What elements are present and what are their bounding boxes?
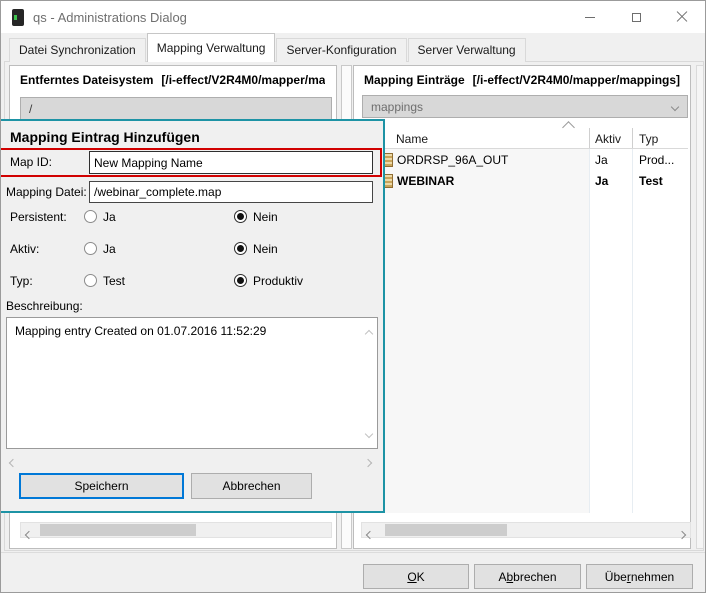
description-label: Beschreibung:	[6, 299, 83, 313]
column-header-typ[interactable]: Typ	[639, 132, 658, 146]
ok-label-key: O	[407, 570, 416, 584]
right-edge-strip	[696, 65, 704, 549]
tab-mapping-verwaltung[interactable]: Mapping Verwaltung	[147, 33, 276, 62]
abbrechen-label-post: brechen	[513, 570, 556, 584]
left-panel-hscrollbar[interactable]	[20, 522, 332, 538]
minimize-button[interactable]	[567, 1, 613, 33]
dialog-title: Mapping Eintrag Hinzufügen	[10, 129, 200, 145]
typ-label: Typ:	[10, 274, 33, 288]
administrations-dialog-window: qs - Administrations Dialog Datei Synchr…	[0, 0, 706, 593]
ok-button[interactable]: OK	[363, 564, 469, 589]
scroll-down-icon[interactable]	[366, 426, 372, 440]
abbrechen-label-key: b	[506, 570, 513, 584]
tab-bar: Datei Synchronization Mapping Verwaltung…	[9, 33, 527, 62]
column-divider	[632, 149, 633, 513]
ok-label-post: K	[417, 570, 425, 584]
row-name: WEBINAR	[397, 174, 454, 188]
tab-server-konfiguration[interactable]: Server-Konfiguration	[276, 38, 406, 62]
persistent-nein-label: Nein	[253, 210, 278, 224]
scroll-left-icon[interactable]	[10, 455, 16, 469]
map-id-input[interactable]	[89, 151, 373, 174]
row-typ: Prod...	[639, 153, 674, 167]
tab-server-verwaltung[interactable]: Server Verwaltung	[408, 38, 526, 62]
persistent-ja-radio[interactable]	[84, 210, 97, 223]
table-row[interactable]: WEBINAR Ja Test	[362, 171, 688, 192]
remote-filesystem-title-text: Entferntes Dateisystem	[20, 73, 153, 87]
row-aktiv: Ja	[595, 174, 608, 188]
mapping-add-dialog: Mapping Eintrag Hinzufügen Map ID: Mappi…	[0, 119, 385, 513]
typ-test-radio[interactable]	[84, 274, 97, 287]
column-divider	[589, 128, 590, 148]
scroll-right-icon[interactable]	[679, 527, 685, 541]
uebernehmen-label-post: nehmen	[631, 570, 674, 584]
description-textarea[interactable]	[7, 318, 359, 446]
abbrechen-label-pre: A	[498, 570, 506, 584]
maximize-button[interactable]	[613, 1, 659, 33]
typ-test-label: Test	[103, 274, 125, 288]
sorted-column-shade	[362, 149, 589, 513]
mapping-entries-title-text: Mapping Einträge	[364, 73, 465, 87]
maximize-icon	[632, 13, 641, 22]
dialog-abbrechen-button[interactable]: Abbrechen	[191, 473, 312, 499]
row-name: ORDRSP_96A_OUT	[397, 153, 508, 167]
tab-datei-synchronization[interactable]: Datei Synchronization	[9, 38, 146, 62]
column-divider	[632, 128, 633, 148]
scroll-right-icon[interactable]	[365, 455, 371, 469]
remote-root-value: /	[29, 102, 32, 116]
scroll-up-icon[interactable]	[366, 326, 372, 340]
column-divider	[589, 149, 590, 513]
remote-filesystem-title: Entferntes Dateisystem [/i-effect/V2R4M0/…	[20, 73, 325, 87]
aktiv-label: Aktiv:	[10, 242, 39, 256]
mapping-entries-table: Name Aktiv Typ ORDRSP_96A_OUT Ja Prod...…	[362, 121, 688, 513]
footer-bar: OK Abbrechen Übernehmen	[1, 552, 706, 593]
mapping-entries-title: Mapping Einträge [/i-effect/V2R4M0/mapper…	[364, 73, 680, 87]
column-header-aktiv[interactable]: Aktiv	[595, 132, 621, 146]
close-button[interactable]	[659, 1, 705, 33]
window-title: qs - Administrations Dialog	[33, 10, 187, 25]
abbrechen-button[interactable]: Abbrechen	[474, 564, 581, 589]
speichern-button[interactable]: Speichern	[19, 473, 184, 499]
aktiv-ja-radio[interactable]	[84, 242, 97, 255]
row-typ: Test	[639, 174, 663, 188]
minimize-icon	[585, 17, 595, 18]
mapping-file-input[interactable]	[89, 181, 373, 203]
uebernehmen-button[interactable]: Übernehmen	[586, 564, 693, 589]
left-hscroll-thumb[interactable]	[40, 524, 196, 536]
scroll-left-icon[interactable]	[26, 527, 32, 541]
chevron-down-icon	[671, 102, 679, 110]
mappings-combo[interactable]: mappings	[362, 95, 688, 118]
aktiv-ja-label: Ja	[103, 242, 116, 256]
titlebar: qs - Administrations Dialog	[1, 1, 705, 33]
table-row[interactable]: ORDRSP_96A_OUT Ja Prod...	[362, 150, 688, 171]
persistent-label: Persistent:	[10, 210, 67, 224]
aktiv-nein-radio[interactable]	[234, 242, 247, 255]
sort-ascending-icon[interactable]	[562, 121, 575, 134]
window-controls	[567, 1, 705, 33]
close-icon	[676, 11, 688, 23]
header-divider	[362, 148, 688, 149]
mapping-entries-path: [/i-effect/V2R4M0/mapper/mappings]	[473, 73, 680, 87]
column-header-name[interactable]: Name	[396, 132, 428, 146]
mapping-entries-panel: Mapping Einträge [/i-effect/V2R4M0/mapper…	[353, 65, 691, 549]
right-hscroll-thumb[interactable]	[385, 524, 507, 536]
right-panel-hscrollbar[interactable]	[361, 522, 691, 538]
map-id-label: Map ID:	[10, 155, 52, 169]
aktiv-nein-label: Nein	[253, 242, 278, 256]
description-box	[6, 317, 378, 449]
mapping-file-label: Mapping Datei:	[6, 185, 87, 199]
typ-produktiv-label: Produktiv	[253, 274, 303, 288]
row-aktiv: Ja	[595, 153, 608, 167]
app-icon	[12, 9, 24, 26]
typ-produktiv-radio[interactable]	[234, 274, 247, 287]
remote-filesystem-path: [/i-effect/V2R4M0/mapper/ma	[161, 73, 325, 87]
uebernehmen-label-pre: Übe	[605, 570, 627, 584]
scroll-left-icon[interactable]	[367, 527, 373, 541]
persistent-ja-label: Ja	[103, 210, 116, 224]
persistent-nein-radio[interactable]	[234, 210, 247, 223]
mappings-combo-value: mappings	[371, 100, 423, 114]
remote-root-combo[interactable]: /	[20, 97, 332, 120]
